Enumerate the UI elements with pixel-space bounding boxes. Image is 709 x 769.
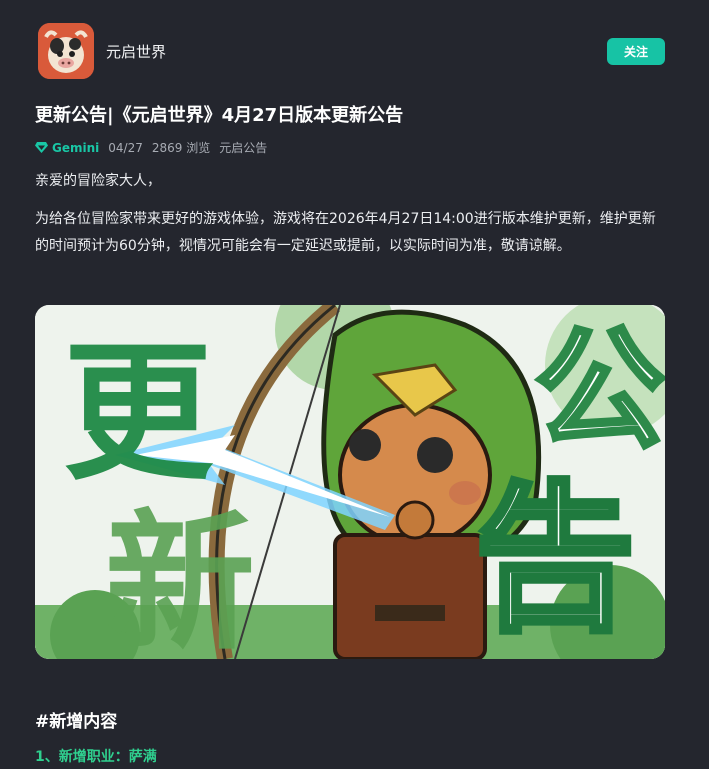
follow-button[interactable]: 关注 [607,38,665,65]
diamond-icon [35,142,48,153]
app-avatar[interactable] [38,23,94,79]
post-page: 元启世界 关注 更新公告|《元启世界》4月27日版本更新公告 Gemini 04… [0,0,709,769]
greeting-text: 亲爱的冒险家大人， [35,173,161,189]
post-meta: Gemini 04/27 2869 浏览 元启公告 [35,139,267,156]
banner-char-gao: 告 [475,466,635,653]
author-name[interactable]: Gemini [52,141,99,155]
banner-char-gong: 公 [535,314,665,466]
banner-char-geng: 更 [63,327,214,501]
sub-heading: 1、新增职业：萨满 [35,749,157,765]
app-name[interactable]: 元启世界 [106,41,166,62]
post-date: 04/27 [108,140,143,155]
post-category[interactable]: 元启公告 [219,139,267,156]
post-header: 元启世界 关注 [36,23,665,79]
update-banner-image[interactable]: 更 新 公 告 [35,305,665,659]
banner-char-xin: 新 [105,497,255,659]
view-count: 2869 浏览 [151,141,211,155]
post-title: 更新公告|《元启世界》4月27日版本更新公告 [35,105,404,126]
section-heading: #新增内容 [35,712,118,732]
body-text: 为给各位冒险家带来更好的游戏体验，游戏将在2026年4月27日14:00进行版本… [35,211,656,254]
